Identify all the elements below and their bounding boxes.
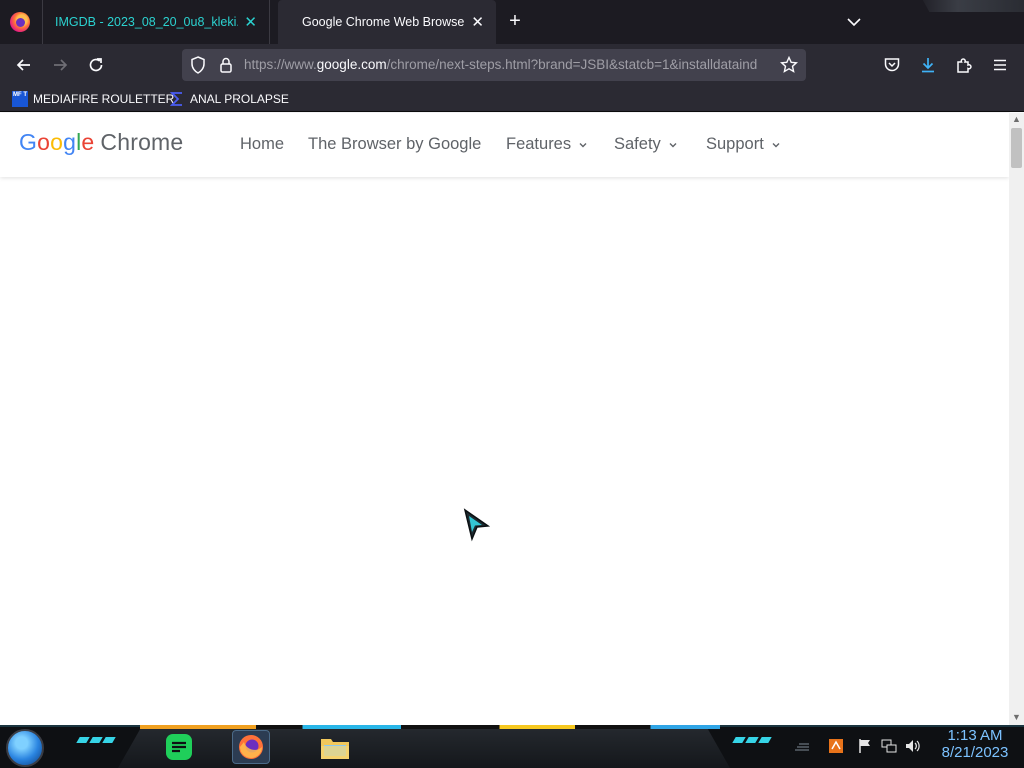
tab-imgdb[interactable]: IMGDB - 2023_08_20_0u8_kleki.png ✕ bbox=[42, 0, 270, 44]
chrome-wordmark: Chrome bbox=[100, 129, 184, 155]
bookmark-mediafire-rouletter[interactable]: MF T MEDIAFIRE ROULETTER bbox=[12, 90, 174, 108]
google-letter: o bbox=[37, 129, 51, 155]
bookmark-sigma-icon bbox=[169, 92, 182, 106]
mediafire-icon: MF T bbox=[12, 91, 28, 107]
lock-icon[interactable] bbox=[219, 56, 233, 79]
pocket-icon bbox=[884, 58, 900, 72]
titlebar-decoration bbox=[922, 0, 1024, 12]
url-text[interactable]: https://www.google.com/chrome/next-steps… bbox=[244, 57, 774, 75]
tray-app-icon[interactable] bbox=[828, 738, 844, 754]
nav-label: The Browser by Google bbox=[308, 135, 482, 153]
menu-button[interactable] bbox=[986, 52, 1014, 78]
chevron-down-icon bbox=[669, 142, 677, 147]
taskbar-firefox[interactable] bbox=[232, 730, 270, 764]
taskbar-decoration-right bbox=[732, 737, 772, 747]
address-bar[interactable]: https://www.google.com/chrome/next-steps… bbox=[182, 49, 806, 81]
nav-label: Safety bbox=[614, 135, 661, 153]
site-header: Google Chrome Home The Browser by Google … bbox=[0, 113, 1009, 177]
nav-home[interactable]: Home bbox=[240, 135, 284, 154]
action-center-flag-icon[interactable] bbox=[857, 738, 873, 754]
forward-button[interactable] bbox=[46, 52, 74, 78]
arrow-right-icon bbox=[54, 59, 68, 71]
page-scrollbar[interactable] bbox=[1009, 113, 1024, 725]
nav-label: Support bbox=[706, 135, 764, 153]
clock-time: 1:13 AM bbox=[947, 727, 1003, 744]
taskbar-spotify-like-app[interactable] bbox=[160, 730, 198, 764]
taskbar-center-panel bbox=[118, 725, 730, 768]
start-button[interactable] bbox=[6, 729, 44, 767]
taskbar-color-stripe bbox=[140, 725, 720, 729]
taskbar-file-explorer[interactable] bbox=[316, 730, 354, 764]
downloads-button[interactable] bbox=[914, 52, 942, 78]
mouse-cursor-icon bbox=[463, 508, 491, 542]
hamburger-menu-icon bbox=[994, 59, 1006, 71]
taskbar-clock[interactable]: 1:13 AM 8/21/2023 bbox=[928, 727, 1022, 761]
bookmark-label: ANAL PROLAPSE bbox=[190, 92, 289, 106]
folder-icon bbox=[321, 739, 349, 759]
back-button[interactable] bbox=[10, 52, 38, 78]
bookmark-star-icon[interactable] bbox=[779, 55, 799, 79]
list-all-tabs-button[interactable] bbox=[844, 12, 864, 32]
nav-browser-by-google[interactable]: The Browser by Google bbox=[308, 135, 481, 154]
google-chrome-logo[interactable]: Google Chrome bbox=[19, 129, 183, 156]
close-tab-icon[interactable]: ✕ bbox=[244, 13, 257, 31]
tab-label: IMGDB - 2023_08_20_0u8_kleki.png bbox=[55, 15, 238, 29]
download-icon bbox=[922, 58, 934, 73]
nav-safety[interactable]: Safety bbox=[614, 135, 678, 154]
nav-support[interactable]: Support bbox=[706, 135, 781, 154]
taskbar-decoration-left bbox=[76, 737, 116, 747]
google-wordmark: Google bbox=[19, 129, 94, 155]
bookmarks-toolbar: MF T MEDIAFIRE ROULETTER ANAL PROLAPSE bbox=[0, 86, 1024, 112]
scroll-up-arrow-icon[interactable]: ▲ bbox=[1009, 114, 1024, 126]
google-letter: g bbox=[63, 129, 77, 155]
chevron-down-icon bbox=[772, 142, 780, 147]
tab-google-chrome[interactable]: Google Chrome Web Browser ✕ bbox=[278, 0, 496, 44]
url-path: /chrome/next-steps.html?brand=JSBI&statc… bbox=[386, 57, 758, 72]
chevron-down-icon bbox=[847, 18, 861, 27]
arrow-left-icon bbox=[16, 59, 30, 71]
nav-features[interactable]: Features bbox=[506, 135, 588, 154]
navigation-toolbar: https://www.google.com/chrome/next-steps… bbox=[0, 44, 1024, 86]
pocket-button[interactable] bbox=[878, 52, 906, 78]
new-tab-button[interactable]: + bbox=[505, 11, 525, 31]
extensions-button[interactable] bbox=[950, 52, 978, 78]
url-prefix: https://www. bbox=[244, 57, 317, 72]
close-tab-icon[interactable]: ✕ bbox=[471, 13, 484, 31]
reload-icon bbox=[89, 58, 103, 72]
google-letter: o bbox=[50, 129, 64, 155]
notes-app-icon bbox=[166, 734, 192, 760]
puzzle-icon bbox=[957, 58, 972, 73]
volume-icon[interactable] bbox=[905, 738, 921, 754]
firefox-icon[interactable] bbox=[10, 12, 30, 32]
scrollbar-thumb[interactable] bbox=[1011, 128, 1022, 168]
reload-button[interactable] bbox=[82, 52, 110, 78]
shield-icon[interactable] bbox=[190, 56, 206, 79]
tab-label: Google Chrome Web Browser bbox=[302, 15, 466, 29]
chevron-down-icon bbox=[579, 142, 587, 147]
bookmark-anal-prolapse[interactable]: ANAL PROLAPSE bbox=[169, 90, 289, 108]
nav-label: Features bbox=[506, 135, 572, 153]
show-hidden-icons-icon[interactable] bbox=[794, 738, 810, 754]
network-icon[interactable] bbox=[881, 738, 897, 754]
google-letter: G bbox=[19, 129, 38, 155]
scroll-down-arrow-icon[interactable]: ▼ bbox=[1009, 712, 1024, 724]
clock-date: 8/21/2023 bbox=[941, 744, 1009, 761]
web-page-content: Google Chrome Home The Browser by Google … bbox=[0, 113, 1009, 725]
firefox-icon bbox=[239, 735, 263, 759]
bookmark-label: MEDIAFIRE ROULETTER bbox=[33, 92, 175, 106]
url-domain: google.com bbox=[316, 57, 387, 72]
nav-label: Home bbox=[240, 135, 285, 153]
google-letter: e bbox=[81, 129, 95, 155]
